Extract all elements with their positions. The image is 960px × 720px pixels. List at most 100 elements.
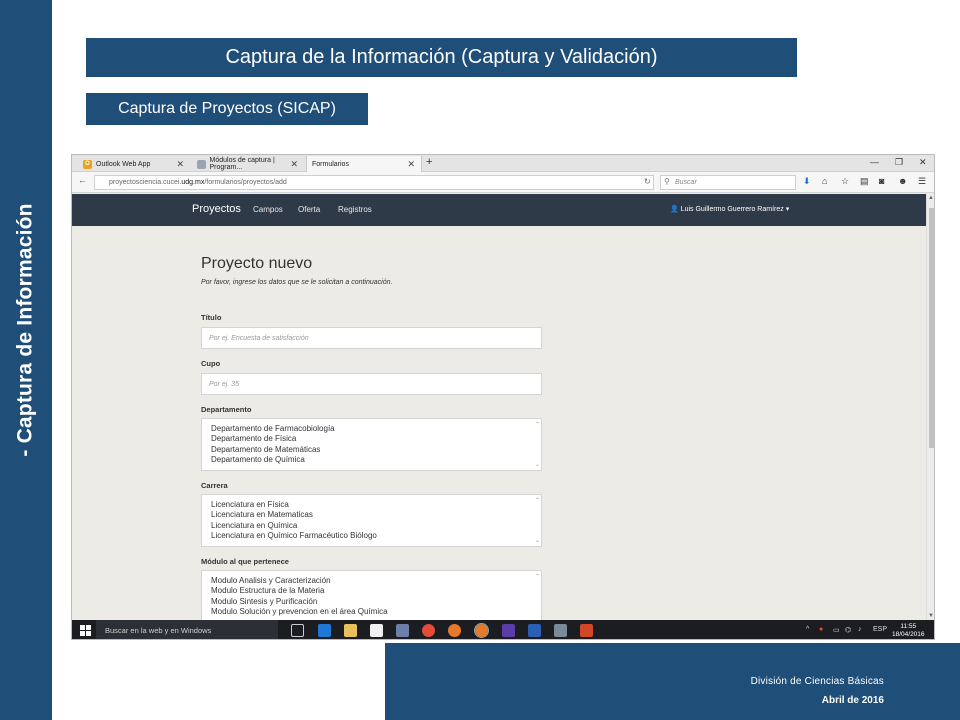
departamento-select[interactable]: Departamento de Farmacobiología Departam… [201,418,542,471]
list-item[interactable]: Licenciatura en Matematicas [211,510,532,520]
tray-app-icon[interactable]: ● [819,626,823,633]
download-icon[interactable]: ⬇ [803,176,811,187]
page-scrollbar[interactable]: ▲ ▼ [926,194,934,620]
scroll-up-icon[interactable]: ⌃ [535,573,540,580]
list-item[interactable]: Modulo Analisis y Caracterización [211,576,532,586]
windows-start-icon[interactable] [80,625,91,636]
tray-chevron-icon[interactable]: ^ [806,626,809,633]
powerpoint-icon[interactable] [580,624,593,637]
clock-date: 18/04/2016 [892,631,925,638]
close-window-icon[interactable]: ✕ [919,157,927,168]
scroll-down-icon[interactable]: ⌄ [535,461,540,468]
cupo-input[interactable]: Por ej. 35 [201,373,542,395]
word-icon[interactable] [528,624,541,637]
list-item[interactable]: Licenciatura en Químico Farmacéutico Bió… [211,531,532,541]
clock[interactable]: 11:55 18/04/2016 [892,623,925,639]
nav-campos[interactable]: Campos [253,205,283,214]
main-banner: Captura de la Información (Captura y Val… [86,38,797,77]
store-icon[interactable] [370,624,383,637]
titulo-input[interactable]: Por ej. Encuesta de satisfacción [201,327,542,349]
search-input[interactable]: Buscar [660,175,796,190]
user-name: Luis Guillermo Guerrero Ramírez [680,206,784,213]
tab-label: Outlook Web App [96,160,151,168]
reload-icon[interactable]: ↻ [644,177,651,186]
clock-time: 11:55 [900,623,917,630]
side-title-container: - Captura de Información [0,0,52,720]
close-tab-icon[interactable]: ✕ [407,159,415,170]
list-item[interactable]: Modulo Solución y prevencion en el área … [211,607,532,617]
tab-modulos[interactable]: Módulos de captura | Program... ✕ [192,156,304,172]
scroll-down-icon[interactable]: ⌄ [535,537,540,544]
task-view-icon[interactable] [291,624,304,637]
url-domain: udg.mx [181,179,205,186]
cupo-placeholder: Por ej. 35 [209,380,239,388]
url-bar[interactable]: proyectosciencia.cucei. udg.mx/formulario… [94,175,654,190]
pocket-icon[interactable]: ◙ [879,176,884,186]
titulo-placeholder: Por ej. Encuesta de satisfacción [209,334,309,342]
cupo-label: Cupo [201,359,221,368]
scroll-up-icon[interactable]: ⌃ [535,497,540,504]
tab-outlook[interactable]: O Outlook Web App ✕ [78,156,190,172]
notification-icon[interactable]: ▭ [833,626,840,634]
form-title: Proyecto nuevo [201,255,313,272]
app-brand[interactable]: Proyectos [192,203,241,215]
paint-icon[interactable] [554,624,567,637]
chrome-icon[interactable] [422,624,435,637]
outlook-icon: O [83,159,92,169]
search-icon: ⚲ [664,177,670,186]
language-indicator[interactable]: ESP [873,626,887,633]
list-item[interactable]: Departamento de Física [211,434,532,444]
emoji-icon[interactable]: ☻ [898,176,907,186]
scroll-up-icon[interactable]: ⌃ [535,421,540,428]
edge-icon[interactable] [318,624,331,637]
home-icon[interactable]: ⌂ [822,176,827,186]
titulo-label: Título [201,313,222,322]
carrera-select[interactable]: Licenciatura en Física Licenciatura en M… [201,494,542,547]
bookmark-star-icon[interactable]: ☆ [841,176,849,187]
scrollbar-thumb[interactable] [929,208,934,448]
footer-division: División de Ciencias Básicas [750,676,884,687]
url-path: /formularios/proyectos/add [204,179,287,186]
form-subtitle: Por favor, ingrese los datos que se le s… [201,279,393,286]
list-item[interactable]: Departamento de Química [211,455,532,465]
firefox-icon[interactable] [448,624,461,637]
file-explorer-icon[interactable] [344,624,357,637]
volume-icon[interactable]: ♪ [858,626,862,633]
list-item[interactable]: Departamento de Matemáticas [211,445,532,455]
list-item[interactable]: Modulo Sintesis y Purificación [211,597,532,607]
tab-bar: O Outlook Web App ✕ Módulos de captura |… [72,155,934,172]
list-item[interactable]: Licenciatura en Química [211,521,532,531]
url-prefix: proyectosciencia.cucei. [109,179,182,186]
app-header: Proyectos Campos Oferta Registros 👤 Luis… [72,194,926,226]
bookmarks-icon[interactable]: ▤ [860,176,869,187]
page-icon [197,159,206,169]
list-item[interactable]: Licenciatura en Física [211,500,532,510]
departamento-label: Departamento [201,405,252,414]
taskbar-search[interactable]: Buscar en la web y en Windows [96,620,278,639]
list-item[interactable]: Modulo Estructura de la Materia [211,586,532,596]
user-menu[interactable]: 👤 Luis Guillermo Guerrero Ramírez ▾ [670,205,789,213]
app-purple-icon[interactable] [502,624,515,637]
restore-icon[interactable]: ❐ [895,157,903,168]
nav-registros[interactable]: Registros [338,205,372,214]
new-tab-icon[interactable]: + [426,156,432,168]
scroll-up-icon[interactable]: ▲ [928,195,934,201]
tab-label: Formularios [312,160,349,168]
network-icon[interactable]: ⌬ [845,626,851,634]
media-player-icon[interactable] [396,624,409,637]
scroll-down-icon[interactable]: ▼ [928,613,934,619]
back-icon[interactable]: ← [78,175,87,185]
firefox-active-icon[interactable] [474,623,489,638]
nav-oferta[interactable]: Oferta [298,205,320,214]
nav-bar: ← proyectosciencia.cucei. udg.mx/formular… [72,172,934,193]
tab-formularios[interactable]: Formularios ✕ [306,156,422,172]
list-item[interactable]: Departamento de Farmacobiología [211,424,532,434]
minimize-icon[interactable]: — [870,157,879,167]
close-tab-icon[interactable]: ✕ [176,159,184,170]
close-tab-icon[interactable]: ✕ [290,159,298,170]
sub-banner: Captura de Proyectos (SICAP) [86,93,368,125]
menu-icon[interactable]: ☰ [918,176,926,187]
chevron-down-icon: ▾ [785,206,790,213]
footer-date: Abril de 2016 [821,695,884,706]
user-icon: 👤 [670,206,679,213]
